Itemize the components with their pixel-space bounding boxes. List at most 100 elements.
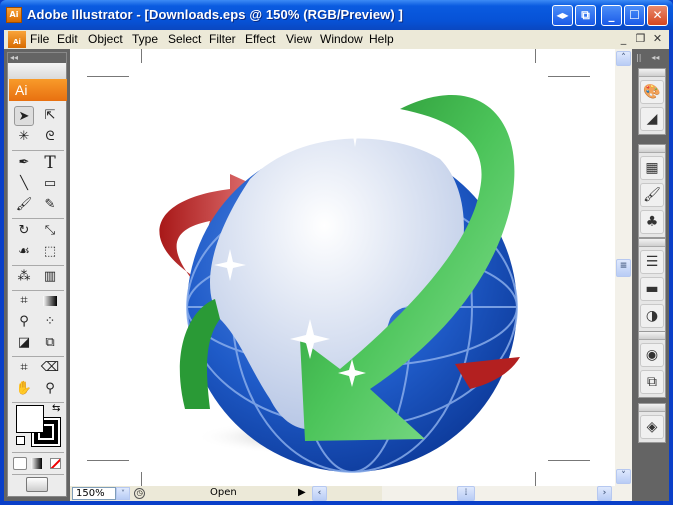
zoom-tool[interactable]: ⚲ [40,379,60,399]
minimize-icon: _ [608,8,615,22]
color-guide-icon[interactable]: ◢ [640,107,664,131]
eyedropper-icon: ⚲ [19,314,29,329]
doc-close-button[interactable]: ✕ [650,32,665,46]
live-paint-selection-tool[interactable]: ⧉ [40,333,60,353]
doc-minimize-button[interactable]: _ [616,32,631,46]
transparency-icon[interactable]: ◑ [640,304,664,328]
menu-type[interactable]: Type [132,32,158,46]
menu-help[interactable]: Help [369,32,394,46]
maximize-button[interactable]: ☐ [624,5,645,26]
gradient-panel-icon[interactable]: ▬ [640,277,664,301]
gradient-mode-button[interactable] [31,458,42,469]
pencil-tool[interactable]: ✎ [40,195,60,215]
warp-tool[interactable]: ☙ [14,242,34,262]
symbols-icon[interactable]: ♣ [640,210,664,234]
horizontal-scrollbar[interactable]: ‹ ⦙ › [312,486,632,501]
eyedropper-tool[interactable]: ⚲ [14,312,34,332]
screen-mode-button[interactable] [26,477,48,492]
menu-file[interactable]: File [30,32,49,46]
paintbrush-tool[interactable]: 🖌 [14,195,34,215]
magic-wand-tool[interactable]: ✳ [14,127,34,147]
direct-selection-tool[interactable]: ⇱ [40,106,60,126]
type-tool[interactable]: T [40,153,60,173]
line-tool[interactable]: ╲ [14,174,34,194]
menu-filter[interactable]: Filter [209,32,236,46]
panel-group-grip[interactable] [639,239,665,247]
right-dock-header[interactable]: || ◂◂ [632,52,669,64]
status-menu-icon[interactable]: ◷ [134,488,145,499]
symbol-sprayer-tool[interactable]: ⁂ [14,267,34,287]
globe-artwork[interactable] [70,49,615,486]
panel-group-grip[interactable] [639,145,665,153]
swap-fill-stroke-icon[interactable]: ⇆ [52,403,60,414]
eraser-tool[interactable]: ⌫ [40,358,60,378]
maximize-icon: ☐ [629,8,640,22]
direct-arrow-icon: ⇱ [44,108,56,123]
horizontal-scroll-thumb[interactable]: ⦙ [457,486,475,501]
free-transform-tool[interactable]: ⬚ [40,242,60,262]
brushes-icon[interactable]: 🖌 [640,183,664,207]
appearance-icon[interactable]: ◉ [640,343,664,367]
blend-tool[interactable]: ⁘ [40,312,60,332]
symbol-sprayer-icon: ⁂ [17,269,31,284]
graphic-styles-icon[interactable]: ⧉ [640,370,664,394]
right-dock-collapse-button[interactable]: ◂◂ [651,53,659,62]
close-button[interactable]: ✕ [647,5,668,26]
default-colors-icon[interactable] [16,436,25,445]
swatches-icon[interactable]: ▦ [640,156,664,180]
color-mode-button[interactable] [13,457,27,470]
blend-icon: ⁘ [44,314,56,329]
live-paint-selection-icon: ⧉ [45,335,55,350]
panel-group-grip[interactable] [639,404,665,412]
scale-tool[interactable]: ⤡ [40,221,60,241]
menu-select[interactable]: Select [168,32,201,46]
scale-icon: ⤡ [44,223,56,238]
vertical-scroll-thumb[interactable]: ≡ [616,259,631,277]
toolbox-collapse-button[interactable]: ◂◂ [8,53,66,63]
doc-restore-button[interactable]: ❐ [633,32,648,46]
mesh-tool[interactable]: ⌗ [14,291,34,311]
pen-tool[interactable]: ✒ [14,153,34,173]
document-menu-icon[interactable]: Ai [8,31,26,48]
none-mode-button[interactable] [50,458,61,469]
slice-tool[interactable]: ⌗ [14,358,34,378]
scroll-up-button[interactable]: ˄ [616,51,631,66]
vertical-scrollbar[interactable]: ˄ ≡ ˅ [615,49,632,486]
scroll-left-button[interactable]: ‹ [312,486,327,501]
scroll-right-button[interactable]: › [597,486,612,501]
lasso-tool[interactable]: ᘓ [40,127,60,147]
panel-group-grip[interactable] [639,332,665,340]
zoom-level-field[interactable]: 150% [72,487,116,500]
restore-panel-button[interactable]: ⧉ [575,5,596,26]
stroke-icon[interactable]: ☰ [640,250,664,274]
slice-icon: ⌗ [20,360,28,375]
live-paint-bucket-icon: ◪ [17,335,31,350]
menu-edit[interactable]: Edit [57,32,78,46]
selection-tool[interactable]: ➤ [14,106,34,126]
chevron-up-icon: ˄ [621,53,626,63]
zoom-dropdown-button[interactable]: ˅ [116,487,130,500]
menu-effect[interactable]: Effect [245,32,275,46]
scroll-down-button[interactable]: ˅ [616,469,631,484]
artboard-canvas[interactable] [70,49,615,486]
column-graph-tool[interactable]: ▥ [40,267,60,287]
rotate-icon: ↻ [18,223,30,238]
panel-group-grip[interactable] [639,69,665,77]
hand-tool[interactable]: ✋ [14,379,34,399]
menu-window[interactable]: Window [320,32,363,46]
color-palette-icon[interactable]: 🎨 [640,80,664,104]
gradient-tool[interactable] [40,291,60,311]
minimize-button[interactable]: _ [601,5,622,26]
toolbox-grip[interactable] [8,63,66,79]
status-menu-arrow-icon[interactable]: ▶ [298,487,306,498]
rectangle-tool[interactable]: ▭ [40,174,60,194]
live-paint-bucket-tool[interactable]: ◪ [14,333,34,353]
layers-icon[interactable]: ◈ [640,415,664,439]
menu-view[interactable]: View [286,32,312,46]
expand-button[interactable]: ◂▸ [552,5,573,26]
separator [12,265,64,266]
restore-panel-icon: ⧉ [581,8,590,22]
rotate-tool[interactable]: ↻ [14,221,34,241]
fill-swatch[interactable] [16,405,44,433]
menu-object[interactable]: Object [88,32,123,46]
